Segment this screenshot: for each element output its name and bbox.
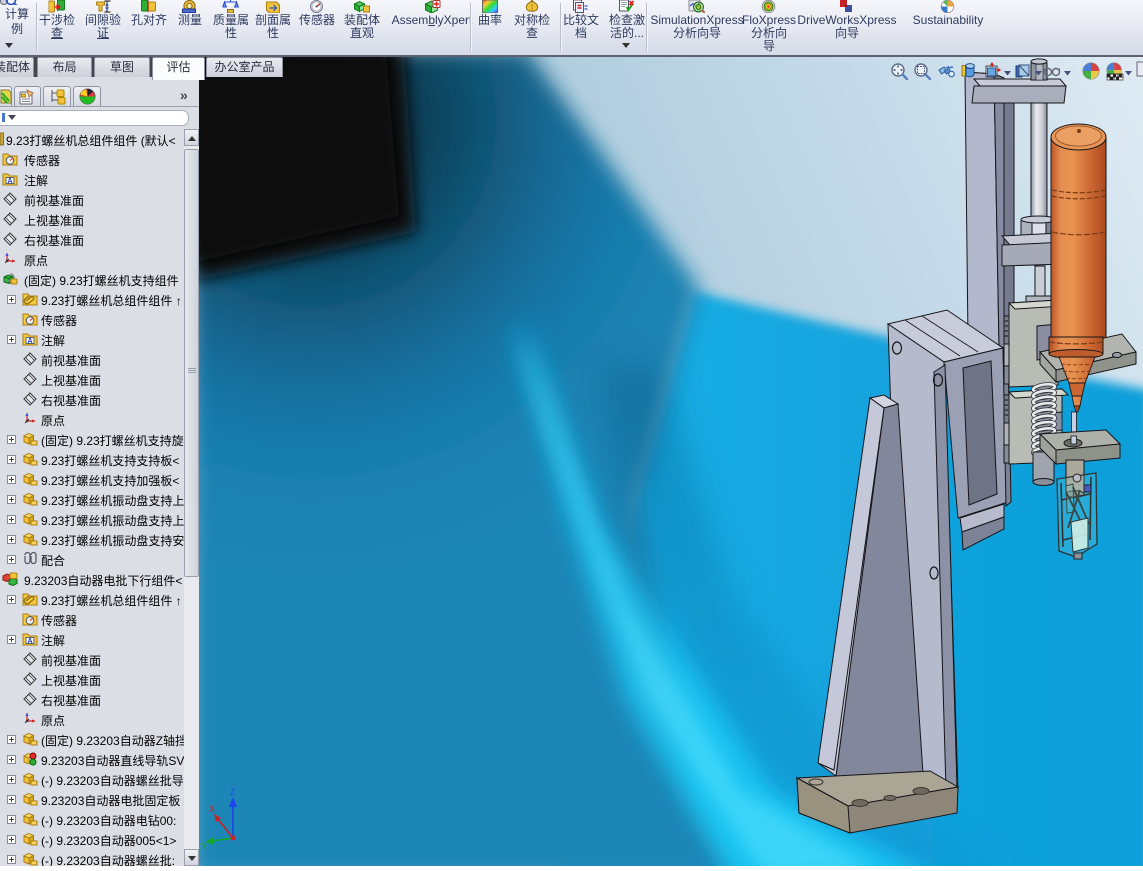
- svg-text:A: A: [27, 338, 32, 345]
- svg-text:Z: Z: [230, 787, 236, 797]
- svg-text:A: A: [27, 638, 32, 645]
- svg-text:Y: Y: [201, 841, 207, 851]
- svg-text:A: A: [7, 178, 12, 185]
- svg-text:X: X: [209, 804, 215, 814]
